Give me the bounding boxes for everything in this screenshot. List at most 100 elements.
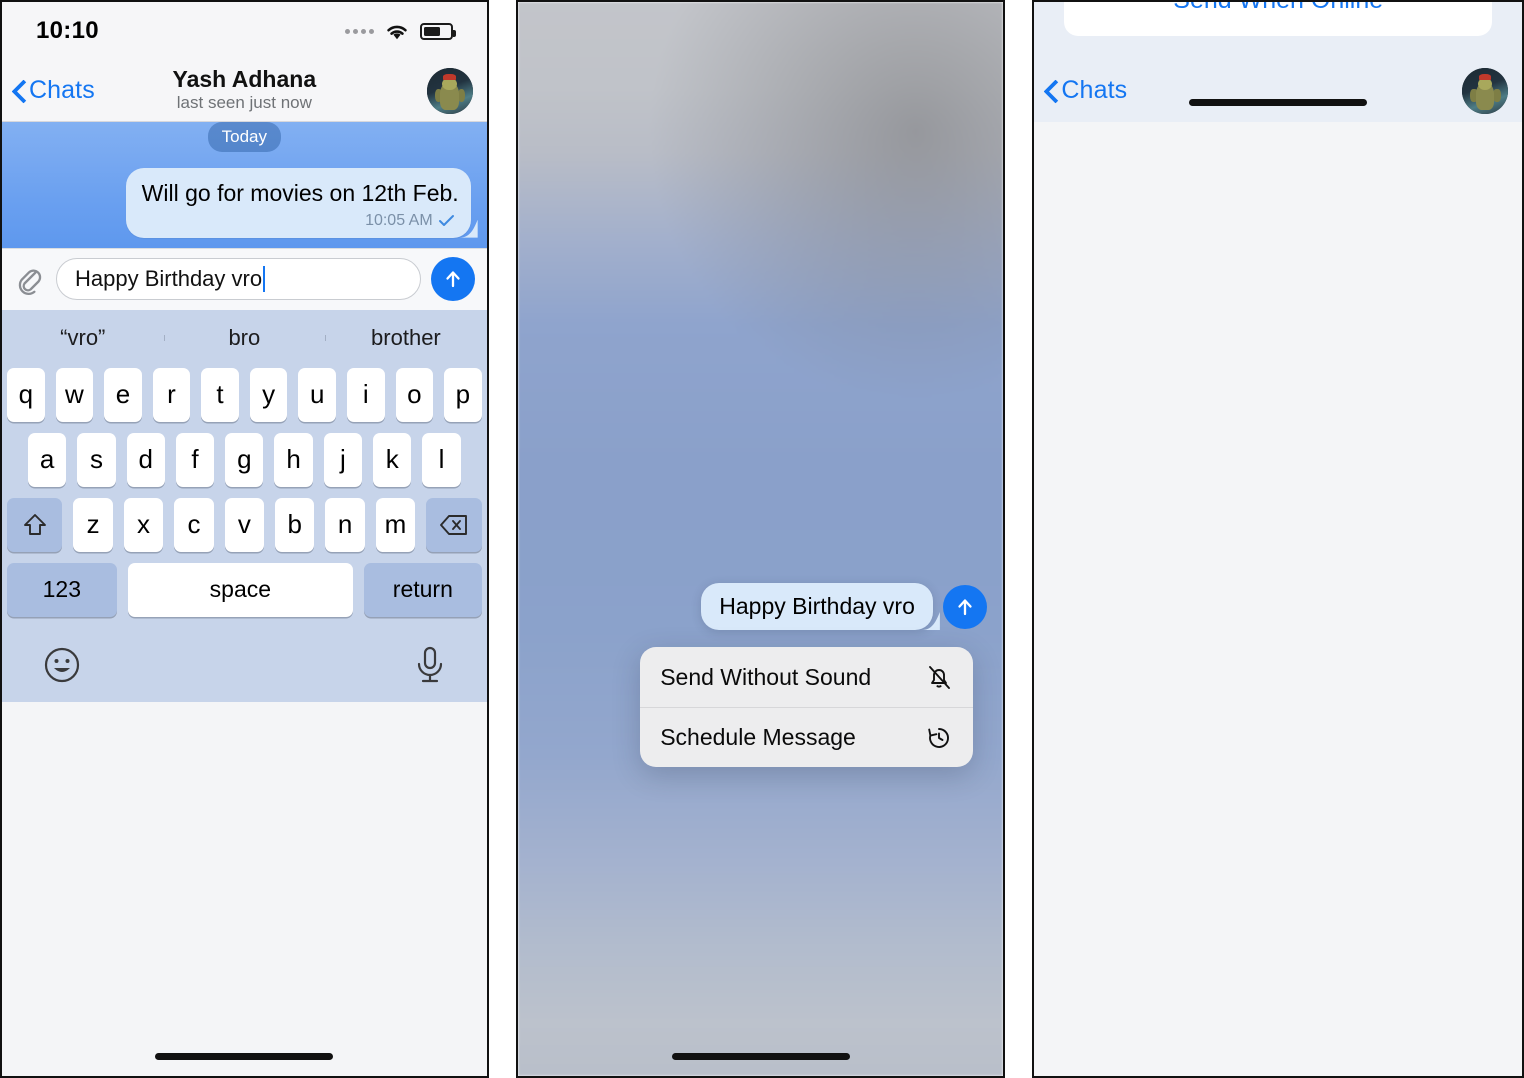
key-o[interactable]: o: [395, 367, 434, 422]
home-indicator: [671, 1053, 850, 1060]
key-x[interactable]: x: [123, 497, 164, 552]
autocorrect-suggestions: “vro” bro brother: [2, 310, 487, 366]
send-options-menu: Send Without Sound Schedule Message: [640, 647, 974, 767]
suggestion-2[interactable]: brother: [325, 325, 487, 351]
key-w[interactable]: w: [55, 367, 94, 422]
key-a[interactable]: a: [28, 432, 67, 487]
avatar-hat: [443, 73, 457, 80]
arrow-up-icon: [958, 598, 972, 615]
key-t[interactable]: t: [201, 367, 239, 422]
keyboard-row-2: a s d f g h j k l: [2, 432, 487, 487]
return-key[interactable]: return: [364, 562, 482, 617]
menu-item-label: Schedule Message: [660, 724, 856, 750]
outgoing-message-bubble[interactable]: Will go for movies on 12th Feb. 10:05 AM: [125, 168, 471, 238]
message-input-value: Happy Birthday vro: [75, 266, 263, 292]
key-i[interactable]: i: [346, 367, 385, 422]
key-g[interactable]: g: [225, 432, 264, 487]
send-button-held[interactable]: [942, 584, 987, 629]
bell-slash-icon: [929, 666, 951, 689]
key-l[interactable]: l: [422, 432, 461, 487]
pending-message-bubble[interactable]: Happy Birthday vro: [701, 583, 933, 630]
key-v[interactable]: v: [224, 497, 265, 552]
sheet-actions: Send tomorrow at 12:00 AM Send When Onli…: [1034, 2, 1522, 36]
keyboard-utility-row: [2, 628, 487, 702]
menu-item-send-without-sound[interactable]: Send Without Sound: [640, 647, 973, 707]
key-c[interactable]: c: [174, 497, 214, 552]
key-j[interactable]: j: [323, 432, 363, 487]
back-label: Chats: [29, 76, 95, 104]
wifi-icon: [386, 25, 407, 39]
key-m[interactable]: m: [375, 497, 416, 552]
key-q[interactable]: q: [7, 367, 45, 422]
avatar-hat: [1478, 73, 1492, 80]
panel-context-menu: Happy Birthday vro Send Without Sound Sc…: [516, 0, 1005, 1078]
backspace-key[interactable]: [426, 497, 482, 552]
backspace-icon: [440, 514, 467, 535]
status-bar: 10:10: [2, 2, 487, 60]
key-z[interactable]: z: [73, 497, 113, 552]
back-to-chats-button[interactable]: Chats: [1044, 76, 1127, 105]
keyboard-row-4: 123 space return: [2, 562, 487, 617]
text-caret: [263, 266, 266, 293]
message-row: Will go for movies on 12th Feb. 10:05 AM: [2, 168, 487, 238]
panel-schedule-sheet: 10:11 Chats Yash Adhana last seen just n…: [1032, 0, 1524, 1078]
key-p[interactable]: p: [444, 367, 482, 422]
message-time: 10:05 AM: [365, 211, 433, 229]
space-key[interactable]: space: [127, 562, 354, 617]
contact-name: Yash Adhana: [172, 66, 317, 92]
contact-status: last seen just now: [176, 93, 312, 113]
panel2-content: Happy Birthday vro Send Without Sound Sc…: [518, 2, 1003, 1076]
key-h[interactable]: h: [274, 432, 313, 487]
home-indicator: [1189, 99, 1368, 106]
chevron-left-icon: [12, 80, 25, 102]
avatar[interactable]: [1462, 67, 1509, 114]
key-f[interactable]: f: [175, 432, 215, 487]
clock-rewind-icon: [928, 727, 950, 748]
shift-key[interactable]: [6, 497, 63, 552]
on-screen-keyboard: “vro” bro brother q w e r t y u i o p a …: [2, 309, 487, 1060]
avatar-arm-right: [1493, 88, 1501, 103]
menu-item-label: Send Without Sound: [660, 663, 872, 690]
status-time: 10:10: [36, 17, 99, 44]
key-b[interactable]: b: [275, 497, 315, 552]
key-u[interactable]: u: [298, 367, 336, 422]
emoji-icon[interactable]: [42, 645, 82, 685]
panel-gutter-2: [1004, 0, 1033, 1078]
chat-scroll-area[interactable]: Today Will go for movies on 12th Feb. 10…: [2, 122, 487, 248]
send-when-online-button[interactable]: Send When Online: [1064, 2, 1493, 36]
menu-item-schedule-message[interactable]: Schedule Message: [640, 707, 974, 767]
delivered-check-icon: [438, 215, 454, 227]
date-separator: Today: [207, 122, 282, 152]
message-meta: 10:05 AM: [142, 212, 455, 230]
key-k[interactable]: k: [373, 432, 412, 487]
status-indicators: [344, 22, 456, 41]
cellular-signal-icon: [344, 28, 374, 34]
shift-arrow-icon: [23, 513, 46, 535]
key-e[interactable]: e: [104, 367, 142, 422]
arrow-up-icon: [446, 271, 460, 288]
key-d[interactable]: d: [126, 432, 165, 487]
pending-message-text: Happy Birthday vro: [719, 593, 915, 619]
battery-icon: [419, 22, 456, 40]
microphone-icon[interactable]: [413, 644, 447, 686]
key-s[interactable]: s: [77, 432, 116, 487]
attachment-icon[interactable]: [12, 262, 46, 296]
back-label: Chats: [1061, 76, 1128, 104]
panel-gutter-1: [488, 0, 517, 1078]
back-to-chats-button[interactable]: Chats: [12, 76, 95, 105]
avatar[interactable]: [426, 67, 473, 114]
pending-message-row: Happy Birthday vro: [518, 583, 1003, 630]
numeric-key[interactable]: 123: [7, 562, 117, 617]
panel-compose: 10:10 Chats Yash Adhana last seen just n…: [0, 0, 489, 1078]
send-button[interactable]: [430, 257, 475, 302]
suggestion-0[interactable]: “vro”: [2, 325, 164, 351]
triptych-screenshot: 10:10 Chats Yash Adhana last seen just n…: [0, 0, 1524, 1078]
key-n[interactable]: n: [325, 497, 365, 552]
key-y[interactable]: y: [249, 367, 288, 422]
keyboard-row-3: z x c v b n m: [2, 497, 487, 552]
message-input[interactable]: Happy Birthday vro: [56, 258, 421, 301]
suggestion-1[interactable]: bro: [163, 325, 326, 351]
message-text: Will go for movies on 12th Feb.: [141, 180, 459, 206]
key-r[interactable]: r: [152, 367, 191, 422]
message-input-bar: Happy Birthday vro: [2, 247, 487, 310]
